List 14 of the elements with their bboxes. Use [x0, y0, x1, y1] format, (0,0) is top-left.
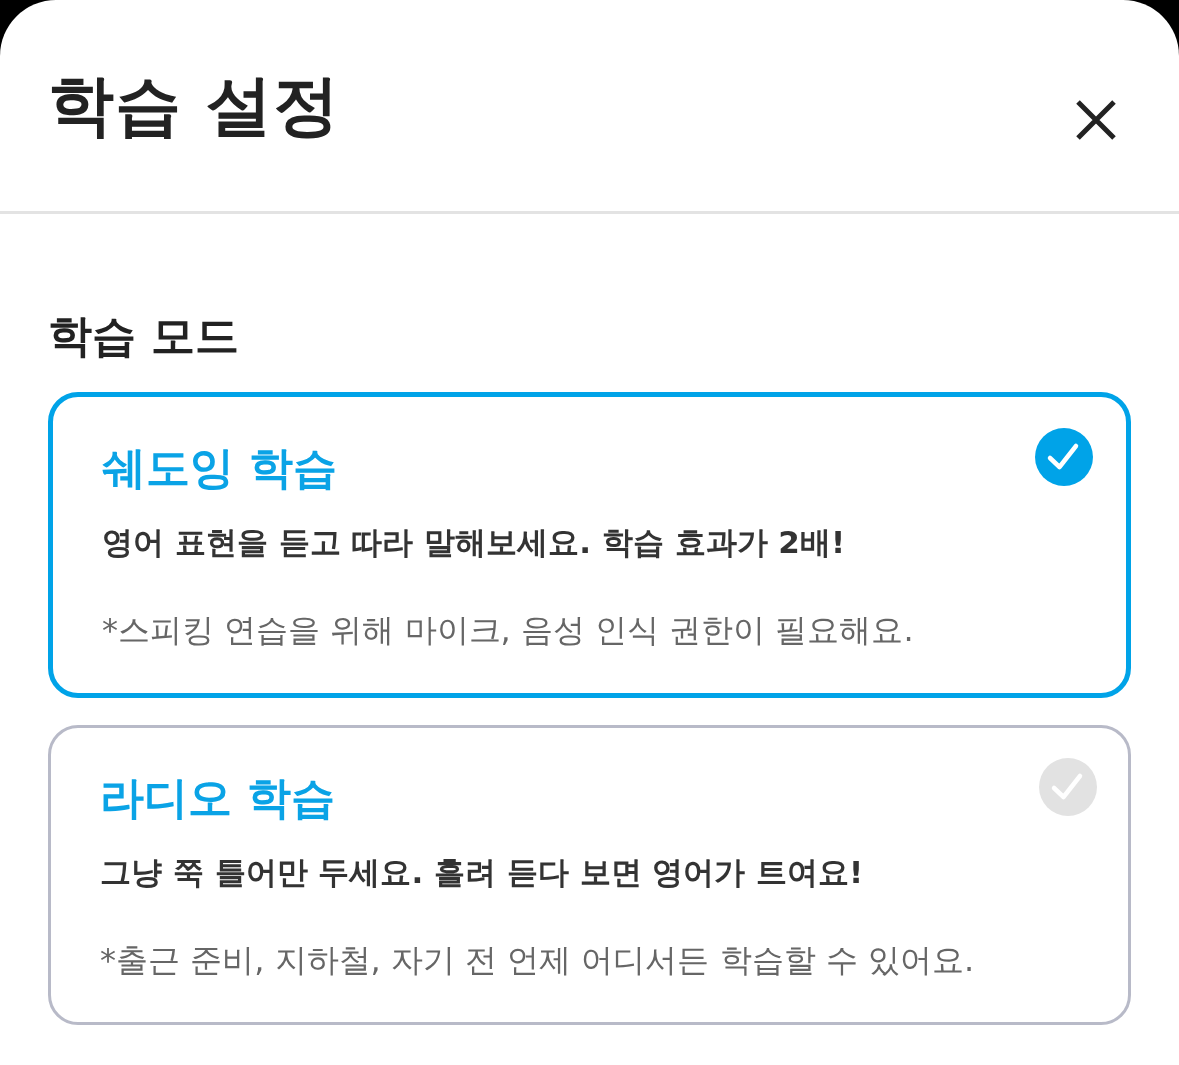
mode-option-card[interactable]: 쉐도잉 학습 영어 표현을 듣고 따라 말해보세요. 학습 효과가 2배! *스피킹 연습을 위해 마이크, 음성 인식 권한이 필요해요. [48, 391, 1131, 698]
mode-description: 영어 표현을 듣고 따라 말해보세요. 학습 효과가 2배! [102, 523, 847, 562]
close-button[interactable] [1075, 98, 1117, 141]
mode-title: 쉐도잉 학습 [102, 440, 339, 495]
sheet-title: 학습 설정 [48, 65, 340, 146]
check-circle-icon [1039, 757, 1097, 816]
section-title: 학습 모드 [48, 310, 241, 363]
mode-note: *스피킹 연습을 위해 마이크, 음성 인식 권한이 필요해요. [102, 610, 914, 652]
mode-description: 그냥 쭉 틀어만 두세요. 흘려 듣다 보면 영어가 트여요! [100, 853, 865, 892]
mode-option-card[interactable]: 라디오 학습 그냥 쭉 틀어만 두세요. 흘려 듣다 보면 영어가 트여요! *출근 준비, 지하철, 자기 전 언제 어디서든 학습할 수 있어요. [48, 724, 1131, 1025]
check-circle-icon [1035, 427, 1093, 486]
close-icon [1075, 98, 1117, 141]
mode-note: *출근 준비, 지하철, 자기 전 언제 어디서든 학습할 수 있어요. [100, 940, 975, 982]
mode-title: 라디오 학습 [100, 770, 337, 825]
